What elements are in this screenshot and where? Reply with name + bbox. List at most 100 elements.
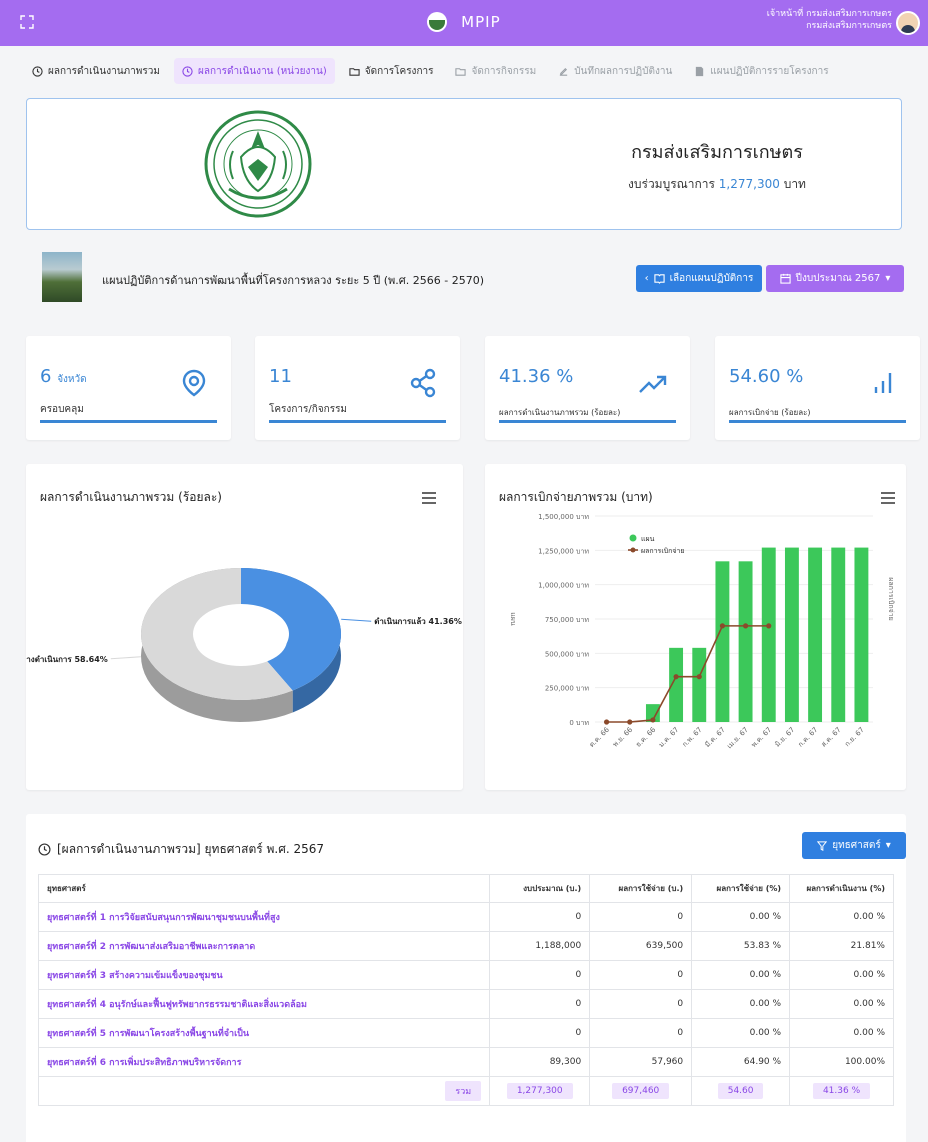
budget-unit: บาท xyxy=(783,177,806,191)
strategy-link[interactable]: ยุทธศาสตร์ที่ 3 สร้างความเข้มแข็งของชุมช… xyxy=(37,960,491,990)
table-row: ยุทธศาสตร์ที่ 2 การพัฒนาส่งเสริมอาชีพและ… xyxy=(37,931,894,961)
plan-title: แผนปฏิบัติการด้านการพัฒนาพื้นที่โครงการห… xyxy=(102,274,485,287)
nav-tabs: ผลการดำเนินงานภาพรวม ผลการดำเนินงาน (หน่… xyxy=(24,58,837,84)
pie-label-connector-1 xyxy=(110,656,141,660)
app-name: MPIP xyxy=(461,13,501,31)
stat-card-projects: 11 โครงการ/กิจกรรม xyxy=(255,336,460,440)
y-tick-label: 1,500,000 บาท xyxy=(538,513,589,521)
table-row: ยุทธศาสตร์ที่ 4 อนุรักษ์และฟื้นฟูทรัพยาก… xyxy=(37,989,894,1019)
strategy-link[interactable]: ยุทธศาสตร์ที่ 1 การวิจัยสนับสนุนการพัฒนา… xyxy=(37,902,491,932)
cell-budget: 0 xyxy=(489,1018,591,1048)
total-performance: 41.36 % xyxy=(812,1083,871,1099)
tab-label: บันทึกผลการปฏิบัติงาน xyxy=(574,65,673,77)
pie-label-connector-0 xyxy=(341,618,372,622)
cell-spent: 639,500 xyxy=(589,931,693,961)
col-header-performance[interactable]: ผลการดำเนินงาน (%) xyxy=(789,874,894,903)
total-spent: 697,460 xyxy=(612,1083,670,1099)
clock-icon xyxy=(38,843,51,856)
total-spent-pct-cell: 54.60 xyxy=(691,1076,791,1106)
folder-icon xyxy=(349,67,360,76)
line-point-4 xyxy=(696,674,702,680)
cell-performance: 0.00 % xyxy=(789,1018,894,1048)
cell-spent-pct: 0.00 % xyxy=(691,1018,791,1048)
app-logo-icon xyxy=(427,12,448,32)
tab-label: จัดการกิจกรรม xyxy=(471,65,537,77)
cell-spent: 57,960 xyxy=(589,1047,693,1077)
y-tick-label: 1,000,000 บาท xyxy=(538,582,589,590)
tab-manage-projects[interactable]: จัดการโครงการ xyxy=(341,58,442,84)
filter-icon xyxy=(817,840,828,851)
y-tick-label: 750,000 บาท xyxy=(545,616,590,624)
chevron-left-icon: ‹ xyxy=(644,273,649,284)
share-icon xyxy=(410,368,436,398)
strategy-link[interactable]: ยุทธศาสตร์ที่ 2 การพัฒนาส่งเสริมอาชีพและ… xyxy=(37,931,491,961)
user-info[interactable]: เจ้าหน้าที่ กรมส่งเสริมการเกษตร กรมส่งเส… xyxy=(767,8,892,32)
tab-overall-performance[interactable]: ผลการดำเนินงานภาพรวม xyxy=(24,58,168,84)
cell-spent: 0 xyxy=(589,960,693,990)
hamburger-menu-icon[interactable] xyxy=(422,492,436,504)
tab-agency-performance[interactable]: ผลการดำเนินงาน (หน่วยงาน) xyxy=(173,58,335,84)
y-axis-title: แผน xyxy=(509,612,517,626)
select-plan-button[interactable]: ‹ เลือกแผนปฏิบัติการ xyxy=(636,265,762,292)
strategy-link[interactable]: ยุทธศาสตร์ที่ 6 การเพิ่มประสิทธิภาพบริหา… xyxy=(37,1047,491,1077)
x-tick-label: พ.ค. 67 xyxy=(750,726,773,749)
total-spent-pct: 54.60 xyxy=(717,1083,764,1099)
bar-7 xyxy=(761,547,776,722)
user-name: เจ้าหน้าที่ กรมส่งเสริมการเกษตร xyxy=(766,9,892,19)
document-icon xyxy=(696,66,704,76)
bar-5 xyxy=(715,561,730,722)
tab-record-results[interactable]: บันทึกผลการปฏิบัติงาน xyxy=(550,58,680,84)
col-header-spent-pct[interactable]: ผลการใช้จ่าย (%) xyxy=(691,874,791,903)
cell-budget: 0 xyxy=(489,989,591,1019)
fiscal-year-label: ปีงบประมาณ 2567 xyxy=(795,273,881,284)
strategy-link[interactable]: ยุทธศาสตร์ที่ 4 อนุรักษ์และฟื้นฟูทรัพยาก… xyxy=(37,989,491,1019)
line-point-3 xyxy=(673,674,679,680)
tab-manage-activities[interactable]: จัดการกิจกรรม xyxy=(447,58,544,84)
line-point-5 xyxy=(719,623,726,629)
x-tick-label: ม.ค. 67 xyxy=(657,726,680,749)
avatar[interactable] xyxy=(896,11,920,35)
total-label-cell: รวม xyxy=(37,1076,491,1106)
y-tick-label: 0 บาท xyxy=(569,719,589,727)
x-tick-label: ธ.ค. 66 xyxy=(634,725,657,748)
stat-value: 54.60 % xyxy=(729,366,804,387)
user-org: กรมส่งเสริมการเกษตร xyxy=(806,21,892,31)
x-tick-label: ต.ค. 66 xyxy=(588,725,612,749)
table-title: [ผลการดำเนินงานภาพรวม] ยุทธศาสตร์ พ.ศ. 2… xyxy=(38,840,324,859)
agency-card: กรมส่งเสริมการเกษตร งบร่วมบูรณาการ 1,277… xyxy=(26,98,902,230)
table-title-text: [ผลการดำเนินงานภาพรวม] ยุทธศาสตร์ พ.ศ. 2… xyxy=(57,842,325,856)
agency-name: กรมส่งเสริมการเกษตร xyxy=(631,142,803,163)
line-point-7 xyxy=(766,623,772,629)
hamburger-menu-icon[interactable] xyxy=(881,492,895,504)
cell-spent-pct: 0.00 % xyxy=(691,902,791,932)
tab-label: จัดการโครงการ xyxy=(364,65,434,77)
strategy-filter-dropdown[interactable]: ยุทธศาสตร์ ▾ xyxy=(802,832,906,859)
stat-underline xyxy=(499,420,676,423)
stat-card-disbursement: 54.60 % ผลการเบิกจ่าย (ร้อยละ) xyxy=(715,336,920,440)
line-point-1 xyxy=(627,719,633,725)
stat-value: 11 xyxy=(269,366,292,387)
filter-label: ยุทธศาสตร์ xyxy=(832,840,881,851)
col-header-budget[interactable]: งบประมาณ (บ.) xyxy=(489,874,591,903)
cell-budget: 89,300 xyxy=(489,1047,591,1077)
col-header-spent[interactable]: ผลการใช้จ่าย (บ.) xyxy=(589,874,693,903)
pie-hole xyxy=(195,614,287,666)
trending-up-icon xyxy=(639,375,667,393)
bar-10 xyxy=(831,547,846,722)
x-tick-label: ก.ค. 67 xyxy=(797,726,820,749)
col-header-strategy[interactable]: ยุทธศาสตร์ xyxy=(37,874,491,903)
y-tick-label: 500,000 บาท xyxy=(545,650,590,658)
stat-underline xyxy=(40,420,217,423)
caret-down-icon: ▾ xyxy=(885,840,891,851)
strategy-table: ยุทธศาสตร์ งบประมาณ (บ.) ผลการใช้จ่าย (บ… xyxy=(37,874,894,1106)
bar-8 xyxy=(784,547,799,722)
select-plan-label: เลือกแผนปฏิบัติการ xyxy=(669,273,754,284)
budget-amount: 1,277,300 xyxy=(718,177,780,191)
total-spent-cell: 697,460 xyxy=(589,1076,693,1106)
disbursement-chart-card: ผลการเบิกจ่ายภาพรวม (บาท) 0 บาท 250,000 บ… xyxy=(485,464,906,790)
strategy-link[interactable]: ยุทธศาสตร์ที่ 5 การพัฒนาโครงสร้างพื้นฐาน… xyxy=(37,1018,491,1048)
tab-project-plans[interactable]: แผนปฏิบัติการรายโครงการ xyxy=(686,58,836,84)
bar-9 xyxy=(808,547,823,722)
cell-performance: 21.81% xyxy=(789,931,894,961)
fiscal-year-dropdown[interactable]: ปีงบประมาณ 2567 ▾ xyxy=(766,265,904,292)
